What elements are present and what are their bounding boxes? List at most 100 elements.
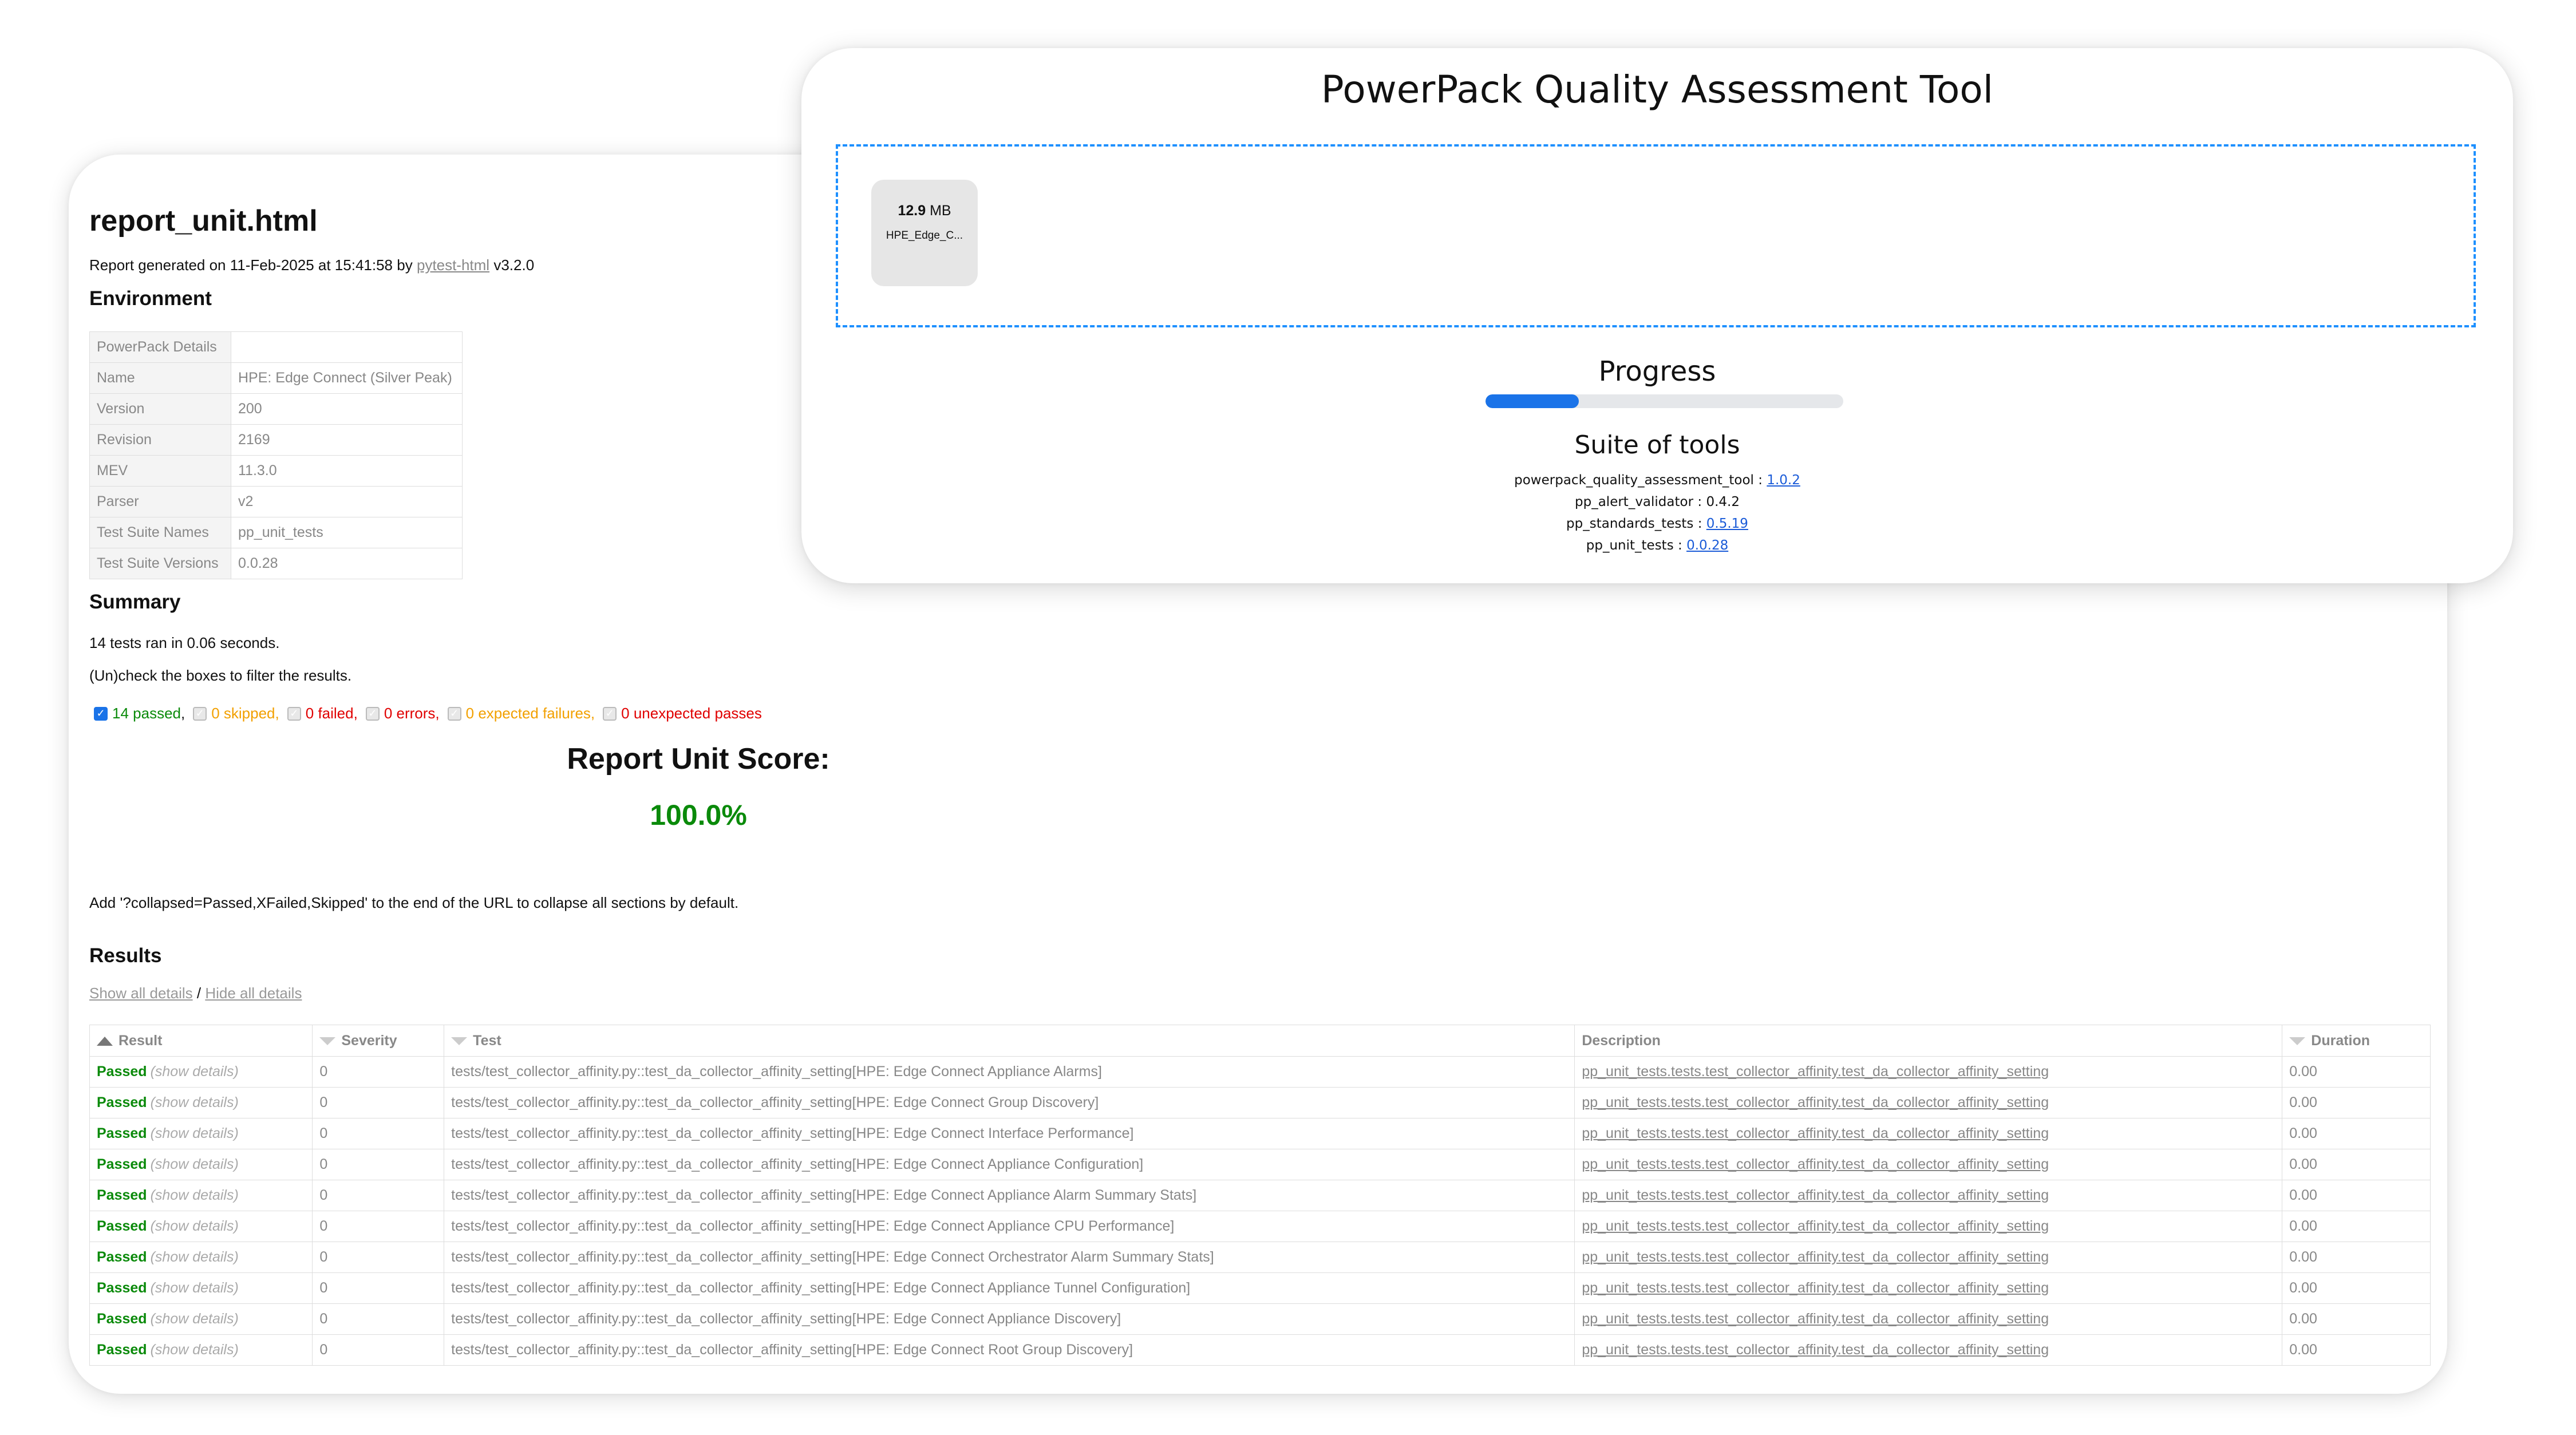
file-dropzone[interactable]: 12.9 MB HPE_Edge_C...: [836, 144, 2476, 327]
result-cell: Passed (show details): [89, 1118, 313, 1149]
table-row[interactable]: Passed (show details) 0 tests/test_collecto…: [89, 1149, 2431, 1180]
test-cell: tests/test_collector_affinity.py::test_d…: [444, 1334, 1575, 1366]
environment-key: MEV: [89, 455, 231, 487]
show-details-link[interactable]: (show details): [151, 1156, 239, 1172]
column-result[interactable]: Result: [89, 1025, 313, 1057]
checkbox-icon[interactable]: ✓: [287, 706, 301, 721]
file-tile[interactable]: 12.9 MB HPE_Edge_C...: [871, 180, 978, 286]
column-test[interactable]: Test: [444, 1025, 1575, 1057]
environment-value: 200: [231, 393, 463, 425]
table-row[interactable]: Passed (show details) 0 tests/test_collecto…: [89, 1180, 2431, 1211]
result-cell: Passed (show details): [89, 1087, 313, 1118]
description-link[interactable]: pp_unit_tests.tests.test_collector_affin…: [1574, 1149, 2283, 1180]
show-details-link[interactable]: (show details): [151, 1342, 239, 1358]
checkbox-icon[interactable]: ✓: [447, 706, 461, 721]
result-cell: Passed (show details): [89, 1242, 313, 1273]
description-link[interactable]: pp_unit_tests.tests.test_collector_affin…: [1574, 1242, 2283, 1273]
checkbox-icon[interactable]: ✓: [603, 706, 617, 721]
environment-value: HPE: Edge Connect (Silver Peak): [231, 362, 463, 394]
environment-key: Test Suite Names: [89, 517, 231, 548]
show-details-link[interactable]: (show details): [151, 1125, 239, 1141]
checkbox-icon[interactable]: ✓: [365, 706, 380, 721]
checkbox-icon[interactable]: ✓: [193, 706, 207, 721]
summary-line: 14 tests ran in 0.06 seconds.: [89, 634, 280, 651]
table-row[interactable]: Passed (show details) 0 tests/test_collecto…: [89, 1242, 2431, 1273]
suite-item: pp_standards_tests : 0.5.19: [1566, 516, 1748, 531]
table-row[interactable]: Passed (show details) 0 tests/test_collecto…: [89, 1087, 2431, 1118]
suite-version-link[interactable]: 0.0.28: [1686, 538, 1728, 553]
table-row[interactable]: Passed (show details) 0 tests/test_collecto…: [89, 1272, 2431, 1304]
table-row[interactable]: Passed (show details) 0 tests/test_collecto…: [89, 1056, 2431, 1088]
result-cell: Passed (show details): [89, 1303, 313, 1335]
progress-fill: [1485, 394, 1579, 408]
environment-row: MEV 11.3.0: [89, 455, 463, 487]
environment-heading: Environment: [89, 287, 212, 310]
severity-cell: 0: [312, 1180, 445, 1211]
result-cell: Passed (show details): [89, 1056, 313, 1088]
generated-prefix: Report generated on 11-Feb-2025 at 15:41…: [89, 256, 413, 274]
column-description[interactable]: Description: [1574, 1025, 2283, 1057]
table-row[interactable]: Passed (show details) 0 tests/test_collecto…: [89, 1303, 2431, 1335]
filter-unexpected-passes[interactable]: ✓ 0 unexpected passes: [603, 705, 762, 722]
description-link[interactable]: pp_unit_tests.tests.test_collector_affin…: [1574, 1303, 2283, 1335]
test-cell: tests/test_collector_affinity.py::test_d…: [444, 1087, 1575, 1118]
description-link[interactable]: pp_unit_tests.tests.test_collector_affin…: [1574, 1272, 2283, 1304]
duration-cell: 0.00: [2282, 1242, 2431, 1273]
test-cell: tests/test_collector_affinity.py::test_d…: [444, 1211, 1575, 1242]
environment-key: Parser: [89, 486, 231, 517]
column-severity[interactable]: Severity: [312, 1025, 445, 1057]
suite-version-link[interactable]: 1.0.2: [1767, 473, 1800, 488]
pytest-html-link[interactable]: pytest-html: [417, 256, 489, 274]
filter-expected-failures[interactable]: ✓ 0 expected failures,: [447, 705, 595, 722]
environment-value: 2169: [231, 424, 463, 456]
environment-key: Revision: [89, 424, 231, 456]
suite-item: pp_alert_validator : 0.4.2: [1575, 495, 1740, 509]
show-details-link[interactable]: (show details): [151, 1311, 239, 1327]
duration-cell: 0.00: [2282, 1056, 2431, 1088]
severity-cell: 0: [312, 1087, 445, 1118]
severity-cell: 0: [312, 1056, 445, 1088]
file-name: HPE_Edge_C...: [886, 230, 963, 242]
result-cell: Passed (show details): [89, 1272, 313, 1304]
description-link[interactable]: pp_unit_tests.tests.test_collector_affin…: [1574, 1211, 2283, 1242]
duration-cell: 0.00: [2282, 1303, 2431, 1335]
test-cell: tests/test_collector_affinity.py::test_d…: [444, 1180, 1575, 1211]
show-details-link[interactable]: (show details): [151, 1094, 239, 1110]
description-link[interactable]: pp_unit_tests.tests.test_collector_affin…: [1574, 1118, 2283, 1149]
description-link[interactable]: pp_unit_tests.tests.test_collector_affin…: [1574, 1056, 2283, 1088]
score-title: Report Unit Score:: [567, 742, 830, 776]
result-cell: Passed (show details): [89, 1334, 313, 1366]
tool-title: PowerPack Quality Assessment Tool: [1321, 68, 1994, 112]
severity-cell: 0: [312, 1334, 445, 1366]
table-row[interactable]: Passed (show details) 0 tests/test_collecto…: [89, 1211, 2431, 1242]
suite-name: pp_standards_tests: [1566, 516, 1694, 531]
hide-all-details-link[interactable]: Hide all details: [205, 985, 302, 1002]
table-row[interactable]: Passed (show details) 0 tests/test_collecto…: [89, 1334, 2431, 1366]
filter-skipped[interactable]: ✓ 0 skipped,: [193, 705, 279, 722]
show-all-details-link[interactable]: Show all details: [89, 985, 193, 1002]
show-details-link[interactable]: (show details): [151, 1280, 239, 1296]
filter-errors[interactable]: ✓ 0 errors,: [365, 705, 440, 722]
column-duration[interactable]: Duration: [2282, 1025, 2431, 1057]
show-details-link[interactable]: (show details): [151, 1187, 239, 1203]
details-links: Show all details / Hide all details: [89, 985, 302, 1002]
suite-item: pp_unit_tests : 0.0.28: [1586, 538, 1729, 553]
description-link[interactable]: pp_unit_tests.tests.test_collector_affin…: [1574, 1334, 2283, 1366]
result-cell: Passed (show details): [89, 1180, 313, 1211]
show-details-link[interactable]: (show details): [151, 1064, 239, 1080]
show-details-link[interactable]: (show details): [151, 1249, 239, 1265]
filter-passed[interactable]: ✓ 14 passed,: [94, 705, 185, 722]
description-link[interactable]: pp_unit_tests.tests.test_collector_affin…: [1574, 1180, 2283, 1211]
duration-cell: 0.00: [2282, 1272, 2431, 1304]
table-row[interactable]: Passed (show details) 0 tests/test_collecto…: [89, 1118, 2431, 1149]
result-cell: Passed (show details): [89, 1149, 313, 1180]
filter-failed[interactable]: ✓ 0 failed,: [287, 705, 358, 722]
suite-name: pp_alert_validator: [1575, 495, 1694, 509]
checkbox-icon[interactable]: ✓: [94, 706, 108, 721]
environment-key: Test Suite Versions: [89, 548, 231, 579]
show-details-link[interactable]: (show details): [151, 1218, 239, 1234]
description-link[interactable]: pp_unit_tests.tests.test_collector_affin…: [1574, 1087, 2283, 1118]
suite-version-link[interactable]: 0.5.19: [1706, 516, 1748, 531]
quality-tool-window: PowerPack Quality Assessment Tool 12.9 M…: [801, 48, 2513, 583]
environment-row: Version 200: [89, 393, 463, 425]
